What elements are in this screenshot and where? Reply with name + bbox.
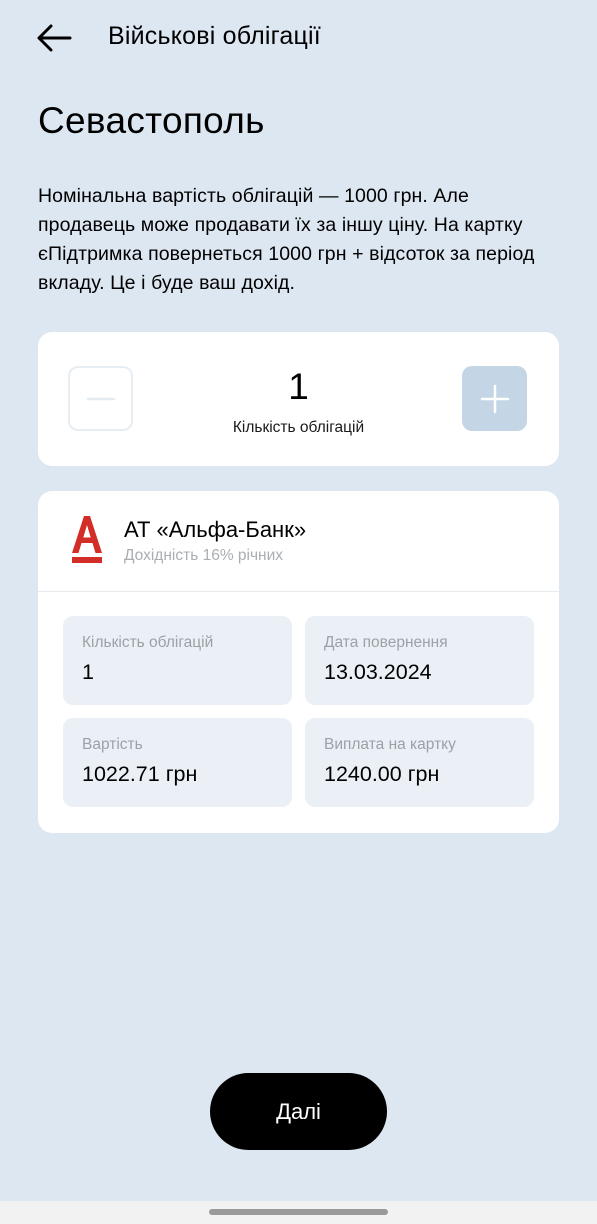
detail-tile-cost: Вартість 1022.71 грн [63, 718, 292, 807]
top-bar: Військові облігації [0, 0, 597, 80]
detail-value: 1022.71 грн [82, 762, 198, 786]
page-title: Севастополь [38, 100, 265, 141]
bond-details-card: АТ «Альфа-Банк» Дохідність 16% річних Кі… [38, 491, 559, 833]
detail-tile-return-date: Дата повернення 13.03.2024 [305, 616, 534, 705]
detail-label: Дата повернення [324, 634, 448, 651]
detail-label: Кількість облігацій [82, 634, 214, 651]
alfa-bank-logo-icon [72, 516, 102, 563]
quantity-card: 1 Кількість облігацій [38, 332, 559, 466]
detail-label: Вартість [82, 736, 143, 753]
plus-icon [480, 384, 509, 413]
detail-value: 13.03.2024 [324, 660, 432, 684]
increase-quantity-button[interactable] [462, 366, 527, 431]
back-button[interactable] [34, 20, 74, 56]
screen: Військові облігації Севастополь Номіналь… [0, 0, 597, 1224]
bank-yield: Дохідність 16% річних [124, 547, 284, 564]
description-text: Номінальна вартість облігацій — 1000 грн… [38, 185, 535, 294]
arrow-left-icon [37, 24, 72, 52]
detail-value: 1 [82, 660, 94, 684]
header-title: Військові облігації [108, 22, 321, 50]
detail-tile-quantity: Кількість облігацій 1 [63, 616, 292, 705]
bank-name: АТ «Альфа-Банк» [124, 517, 307, 542]
home-indicator[interactable] [209, 1209, 388, 1215]
detail-label: Виплата на картку [324, 736, 456, 753]
detail-value: 1240.00 грн [324, 762, 440, 786]
divider [38, 591, 559, 592]
detail-tile-payout: Виплата на картку 1240.00 грн [305, 718, 534, 807]
system-navigation-bar [0, 1201, 597, 1224]
next-button[interactable]: Далі [210, 1073, 387, 1150]
